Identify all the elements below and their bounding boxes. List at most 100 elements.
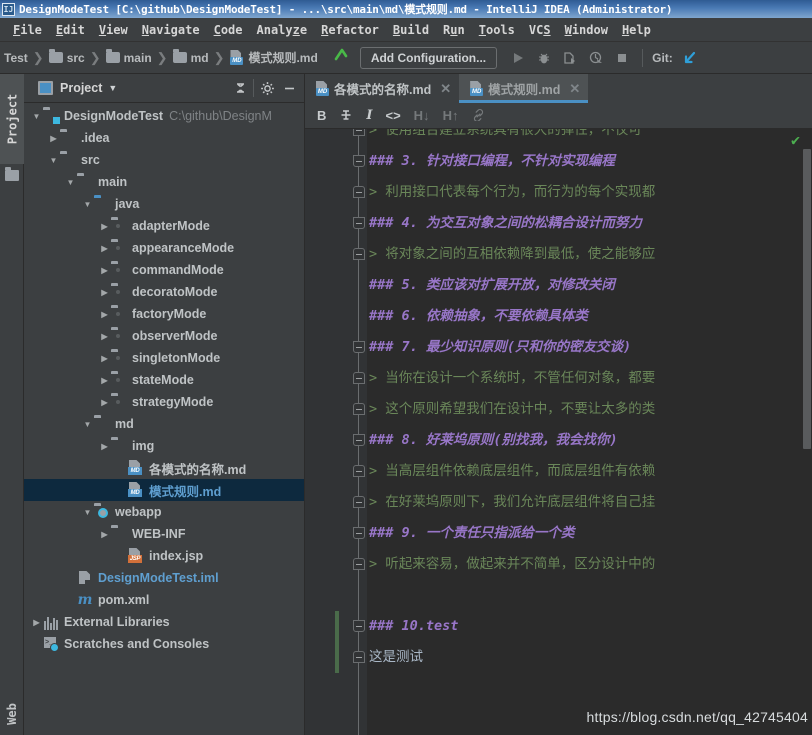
code-line[interactable]: ### 10.test	[367, 611, 812, 642]
code-line[interactable]: > 利用接口代表每个行为，而行为的每个实现都	[367, 177, 812, 208]
tree-node-factorymode[interactable]: ▶ factoryMode	[24, 303, 304, 325]
tree-node-pom.xml[interactable]: m pom.xml	[24, 589, 304, 611]
tree-toggle-down-icon[interactable]: ▼	[30, 105, 43, 127]
link-icon[interactable]	[471, 108, 486, 123]
fold-down-icon[interactable]	[353, 620, 365, 632]
project-tree[interactable]: ▼ DesignModeTest C:\github\DesignM ▶ .idea ▼ s…	[24, 103, 304, 735]
code-button[interactable]: <>	[385, 109, 400, 122]
tree-node-observermode[interactable]: ▶ observerMode	[24, 325, 304, 347]
tree-toggle-right-icon[interactable]: ▶	[47, 127, 60, 149]
tree-node-src[interactable]: ▼ src	[24, 149, 304, 171]
tree-toggle-down-icon[interactable]: ▼	[64, 171, 77, 193]
menu-run[interactable]: Run	[436, 21, 472, 39]
fold-up-icon[interactable]	[353, 465, 365, 477]
tree-node-.idea[interactable]: ▶ .idea	[24, 127, 304, 149]
editor-tab-1[interactable]: MD 模式规则.md ✕	[459, 74, 589, 103]
breadcrumb-item-4[interactable]: MD 模式规则.md	[229, 49, 318, 66]
fold-up-icon[interactable]	[353, 651, 365, 663]
gear-icon[interactable]	[256, 77, 278, 99]
code-line[interactable]: > 当你在设计一个系统时，不管任何对象，都要	[367, 363, 812, 394]
tree-toggle-right-icon[interactable]: ▶	[98, 259, 111, 281]
menu-window[interactable]: Window	[558, 21, 615, 39]
update-project-icon[interactable]	[677, 46, 703, 70]
tree-toggle-right-icon[interactable]: ▶	[98, 237, 111, 259]
menu-view[interactable]: View	[92, 21, 135, 39]
code-line[interactable]: > 当高层组件依赖底层组件，而底层组件有依赖	[367, 456, 812, 487]
structure-icon[interactable]	[5, 167, 19, 181]
tree-node-appearancemode[interactable]: ▶ appearanceMode	[24, 237, 304, 259]
run-button[interactable]	[505, 46, 531, 70]
header-down-button[interactable]: H↓	[414, 109, 430, 122]
fold-up-icon[interactable]	[353, 186, 365, 198]
chevron-down-icon[interactable]: ▼	[108, 83, 117, 93]
fold-up-icon[interactable]	[353, 558, 365, 570]
tree-toggle-right-icon[interactable]: ▶	[98, 215, 111, 237]
menu-build[interactable]: Build	[386, 21, 436, 39]
sidebar-item-project[interactable]: Project	[0, 74, 24, 164]
code-line[interactable]	[367, 673, 812, 704]
tree-node-main[interactable]: ▼ main	[24, 171, 304, 193]
code-line[interactable]: ### 3. 针对接口编程，不针对实现编程	[367, 146, 812, 177]
menu-refactor[interactable]: Refactor	[314, 21, 386, 39]
tree-node-img[interactable]: ▶ img	[24, 435, 304, 457]
tree-toggle-right-icon[interactable]: ▶	[98, 523, 111, 545]
fold-down-icon[interactable]	[353, 527, 365, 539]
tree-node-designmodetest[interactable]: ▼ DesignModeTest C:\github\DesignM	[24, 105, 304, 127]
editor-scrollbar[interactable]	[802, 129, 812, 735]
menu-navigate[interactable]: Navigate	[135, 21, 207, 39]
run-with-coverage-button[interactable]	[557, 46, 583, 70]
tree-toggle-right-icon[interactable]: ▶	[98, 281, 111, 303]
tree-node-java[interactable]: ▼ java	[24, 193, 304, 215]
tree-toggle-right-icon[interactable]: ▶	[98, 435, 111, 457]
tree-toggle-down-icon[interactable]: ▼	[81, 501, 94, 523]
fold-up-icon[interactable]	[353, 372, 365, 384]
tree-toggle-right-icon[interactable]: ▶	[98, 369, 111, 391]
profile-button[interactable]	[583, 46, 609, 70]
fold-down-icon[interactable]	[353, 341, 365, 353]
debug-button[interactable]	[531, 46, 557, 70]
breadcrumb-item-3[interactable]: md	[172, 49, 209, 65]
tree-node-designmodetest.iml[interactable]: DesignModeTest.iml	[24, 567, 304, 589]
collapse-all-button[interactable]	[229, 77, 251, 99]
scrollbar-thumb[interactable]	[803, 149, 811, 449]
code-line[interactable]: > 使用组合建立系统具有很大的弹性，不仅可	[367, 129, 812, 146]
code-editor[interactable]: 5678910111213141516171819202122232425 # …	[305, 129, 812, 735]
code-line[interactable]: ### 5. 类应该对扩展开放，对修改关闭	[367, 270, 812, 301]
fold-up-icon[interactable]	[353, 496, 365, 508]
code-line[interactable]: > 听起来容易，做起来并不简单，区分设计中的	[367, 549, 812, 580]
tree-node-.md[interactable]: MD 各模式的名称.md	[24, 457, 304, 479]
tree-toggle-right-icon[interactable]: ▶	[98, 303, 111, 325]
code-line[interactable]: ### 7. 最少知识原则(只和你的密友交谈)	[367, 332, 812, 363]
stop-button[interactable]	[609, 46, 635, 70]
tree-node-webapp[interactable]: ▼ webapp	[24, 501, 304, 523]
tree-toggle-right-icon[interactable]: ▶	[98, 391, 111, 413]
tree-toggle-right-icon[interactable]: ▶	[30, 611, 43, 633]
update-arrow-icon[interactable]	[332, 46, 350, 69]
italic-button[interactable]: I	[366, 109, 372, 122]
menu-edit[interactable]: Edit	[49, 21, 92, 39]
add-configuration-button[interactable]: Add Configuration...	[359, 46, 498, 69]
fold-up-icon[interactable]	[353, 129, 365, 136]
close-icon[interactable]: ✕	[569, 81, 580, 97]
code-line[interactable]: > 这个原则希望我们在设计中，不要让太多的类	[367, 394, 812, 425]
menu-vcs[interactable]: VCS	[522, 21, 558, 39]
tree-node-statemode[interactable]: ▶ stateMode	[24, 369, 304, 391]
header-up-button[interactable]: H↑	[443, 109, 459, 122]
tree-toggle-down-icon[interactable]: ▼	[81, 413, 94, 435]
code-line[interactable]: ### 9. 一个责任只指派给一个类	[367, 518, 812, 549]
menu-analyze[interactable]: Analyze	[250, 21, 315, 39]
code-line[interactable]	[367, 580, 812, 611]
tree-node-decoratomode[interactable]: ▶ decoratoMode	[24, 281, 304, 303]
fold-up-icon[interactable]	[353, 248, 365, 260]
code-line[interactable]: 这是测试	[367, 642, 812, 673]
menu-code[interactable]: Code	[207, 21, 250, 39]
code-line[interactable]: > 将对象之间的互相依赖降到最低，使之能够应	[367, 239, 812, 270]
strikethrough-button[interactable]	[339, 108, 353, 124]
tree-node-adaptermode[interactable]: ▶ adapterMode	[24, 215, 304, 237]
fold-down-icon[interactable]	[353, 217, 365, 229]
tree-toggle-down-icon[interactable]: ▼	[81, 193, 94, 215]
minimize-button[interactable]	[278, 77, 300, 99]
fold-up-icon[interactable]	[353, 403, 365, 415]
bold-button[interactable]: B	[317, 109, 326, 122]
code-text-area[interactable]: # 00基础这是测试### 10.test> 听起来容易，做起来并不简单，区分设…	[367, 129, 812, 735]
